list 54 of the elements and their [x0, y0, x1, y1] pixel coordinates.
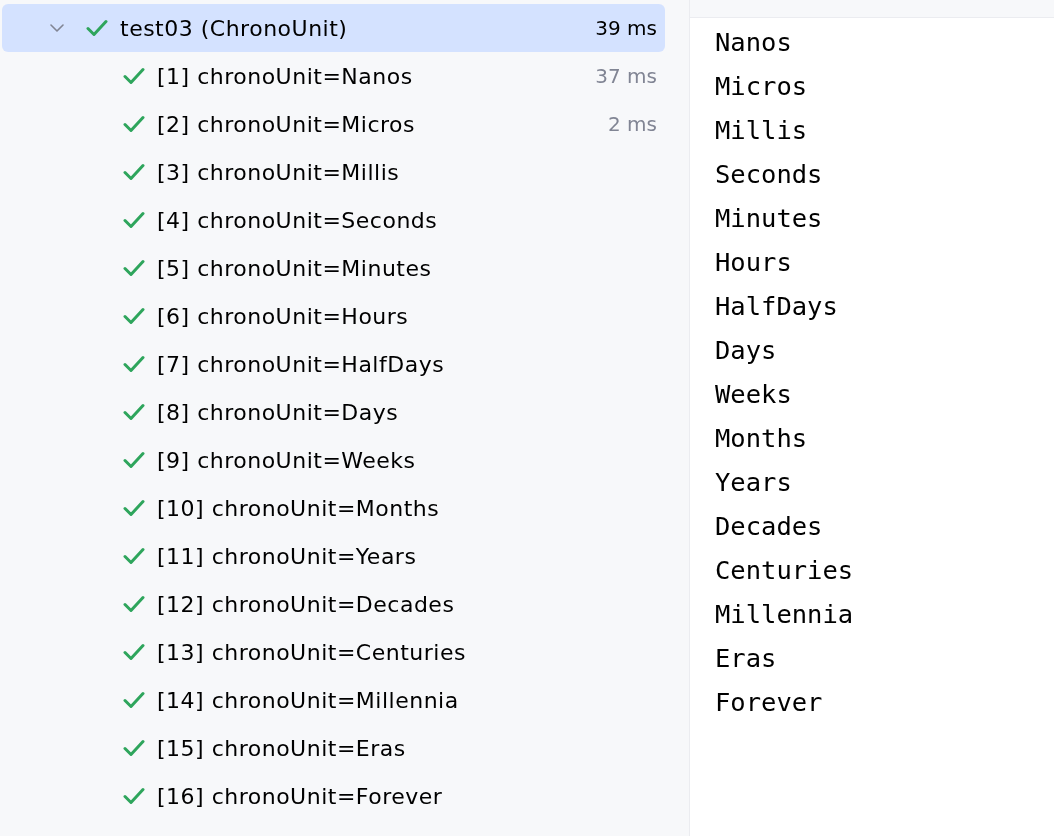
tree-row[interactable]: test03 (ChronoUnit) 39 ms: [2, 4, 665, 52]
console-line: HalfDays: [715, 290, 839, 323]
test-duration: 2 ms: [608, 112, 657, 136]
tree-row[interactable]: [5] chronoUnit=Minutes: [2, 244, 665, 292]
console-line: Centuries: [715, 554, 855, 587]
test-name: [14] chronoUnit=Millennia: [157, 687, 459, 713]
tree-row[interactable]: [10] chronoUnit=Months: [2, 484, 665, 532]
console-line: Days: [715, 334, 778, 367]
chevron-icon[interactable]: [50, 24, 64, 32]
test-name: [15] chronoUnit=Eras: [157, 735, 406, 761]
test-name: [8] chronoUnit=Days: [157, 399, 399, 425]
console-line: Seconds: [715, 158, 824, 191]
console-line: Millennia: [715, 598, 855, 631]
console-line: Nanos: [715, 26, 793, 59]
console-line: Eras: [715, 642, 778, 675]
tree-row[interactable]: [11] chronoUnit=Years: [2, 532, 665, 580]
test-name: [9] chronoUnit=Weeks: [157, 447, 416, 473]
test-name: [5] chronoUnit=Minutes: [157, 255, 432, 281]
test-duration: 37 ms: [595, 64, 657, 88]
tree-row[interactable]: [7] chronoUnit=HalfDays: [2, 340, 665, 388]
console-line: Minutes: [715, 202, 824, 235]
console-line: Decades: [715, 510, 824, 543]
tree-row[interactable]: [8] chronoUnit=Days: [2, 388, 665, 436]
test-name: [13] chronoUnit=Centuries: [157, 639, 466, 665]
test-name: [1] chronoUnit=Nanos: [157, 63, 413, 89]
test-name: [16] chronoUnit=Forever: [157, 783, 443, 809]
console-line: Weeks: [715, 378, 793, 411]
tree-row[interactable]: [13] chronoUnit=Centuries: [2, 628, 665, 676]
test-name: [2] chronoUnit=Micros: [157, 111, 415, 137]
console-line: Millis: [715, 114, 809, 147]
console-line: Months: [715, 422, 809, 455]
console-line: Hours: [715, 246, 793, 279]
tree-row[interactable]: [2] chronoUnit=Micros 2 ms: [2, 100, 665, 148]
test-name: test03 (ChronoUnit): [120, 15, 348, 41]
tree-row[interactable]: [14] chronoUnit=Millennia: [2, 676, 665, 724]
tree-row[interactable]: [16] chronoUnit=Forever: [2, 772, 665, 820]
console-line: Years: [715, 466, 793, 499]
tree-row[interactable]: [12] chronoUnit=Decades: [2, 580, 665, 628]
test-name: [4] chronoUnit=Seconds: [157, 207, 438, 233]
console-line: Micros: [715, 70, 809, 103]
tree-row[interactable]: [4] chronoUnit=Seconds: [2, 196, 665, 244]
test-duration: 39 ms: [595, 16, 657, 40]
tree-row[interactable]: [3] chronoUnit=Millis: [2, 148, 665, 196]
tree-row[interactable]: [6] chronoUnit=Hours: [2, 292, 665, 340]
tree-row[interactable]: [1] chronoUnit=Nanos 37 ms: [2, 52, 665, 100]
console-line: Forever: [715, 686, 824, 719]
test-name: [11] chronoUnit=Years: [157, 543, 417, 569]
tree-row[interactable]: [9] chronoUnit=Weeks: [2, 436, 665, 484]
test-name: [6] chronoUnit=Hours: [157, 303, 409, 329]
tree-row[interactable]: [15] chronoUnit=Eras: [2, 724, 665, 772]
test-name: [3] chronoUnit=Millis: [157, 159, 400, 185]
test-name: [12] chronoUnit=Decades: [157, 591, 455, 617]
test-name: [10] chronoUnit=Months: [157, 495, 440, 521]
test-name: [7] chronoUnit=HalfDays: [157, 351, 445, 377]
